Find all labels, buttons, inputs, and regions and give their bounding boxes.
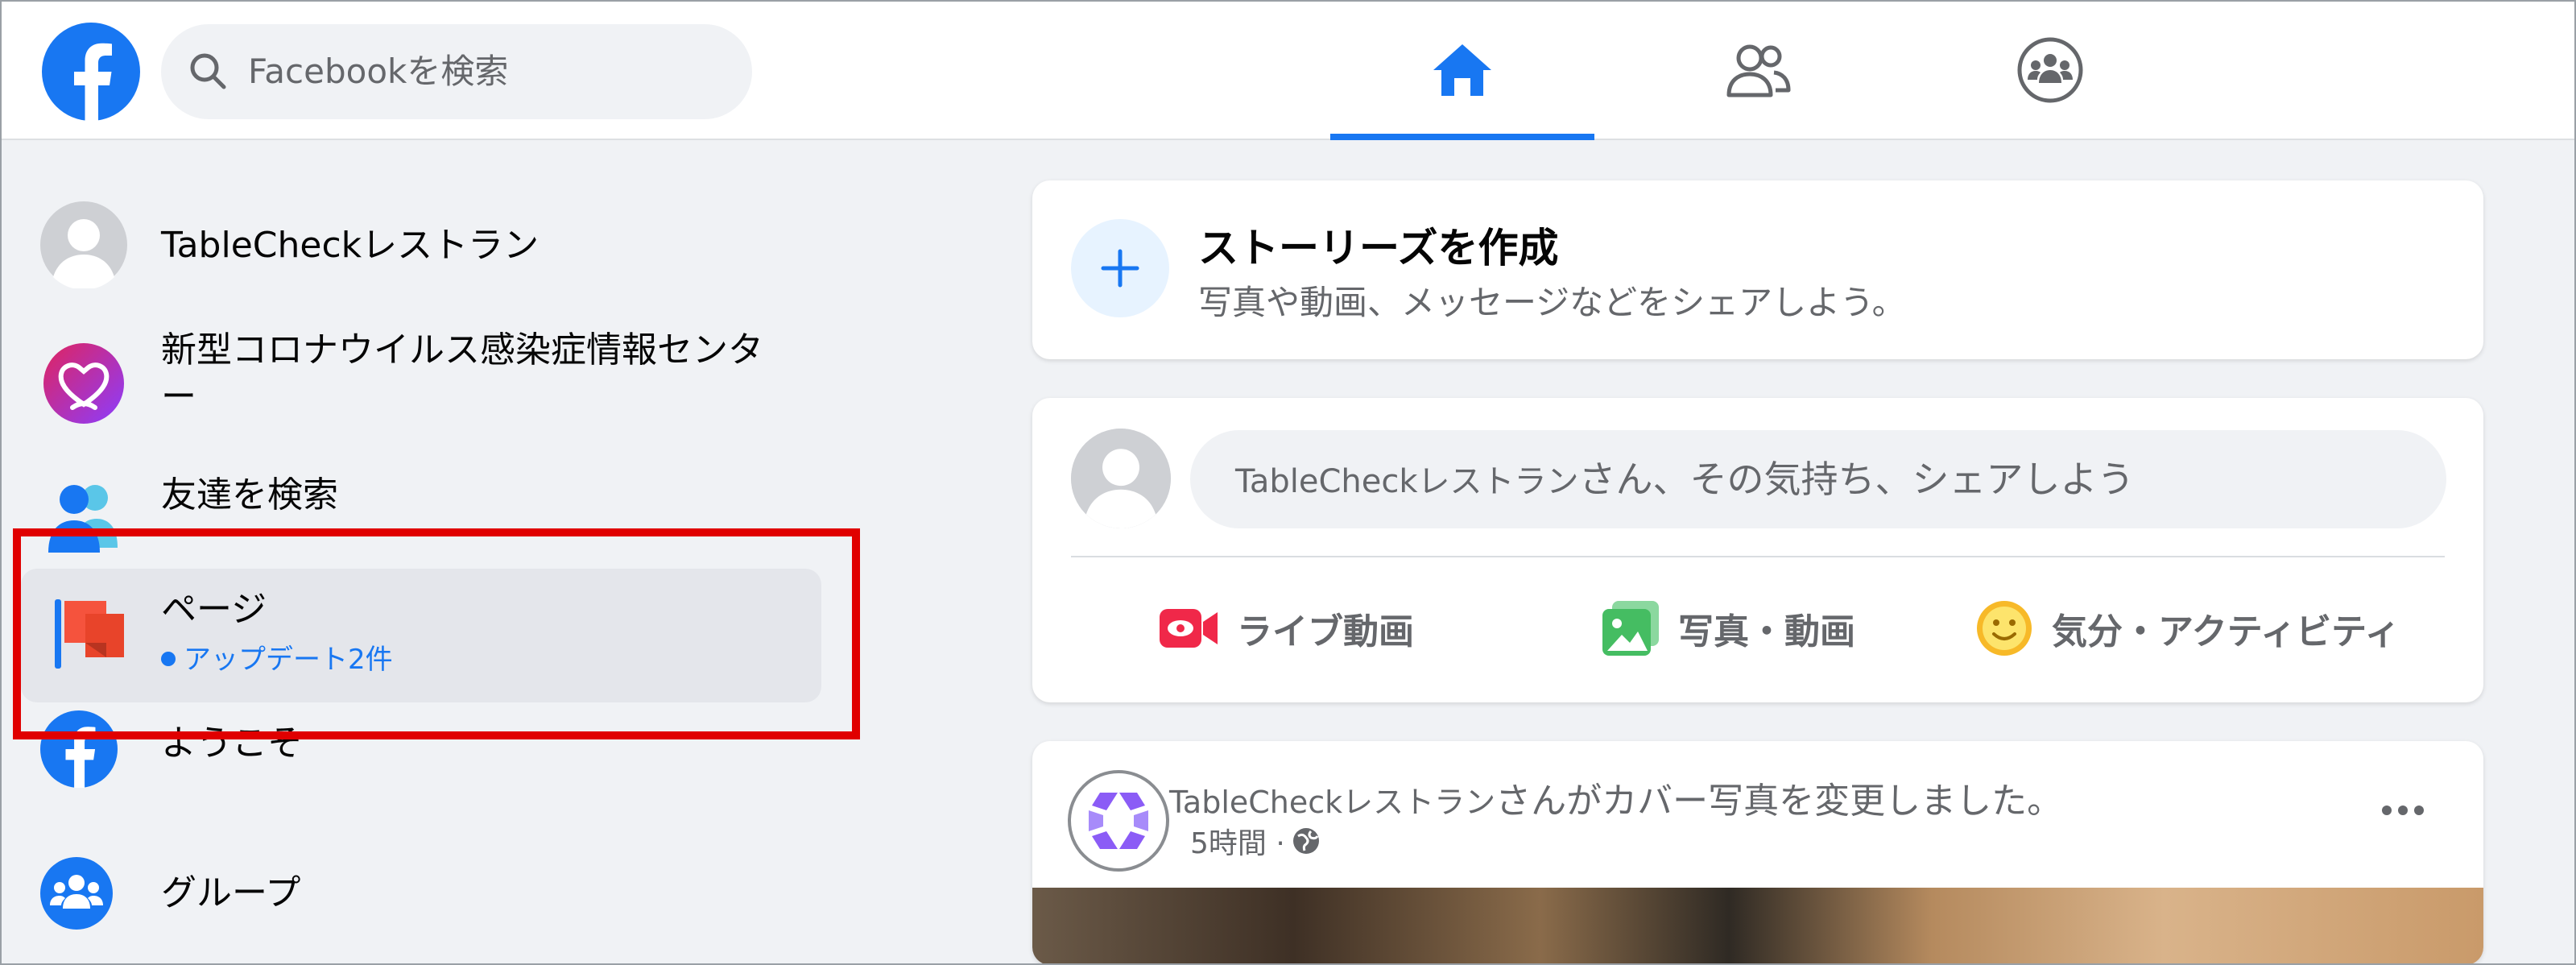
facebook-logo-icon[interactable] xyxy=(42,23,140,121)
profile-avatar-icon xyxy=(40,201,127,290)
composer-prompt: さん、その気持ち、シェアしよう xyxy=(1578,458,2135,501)
create-story-subtitle: 写真や動画、メッセージなどをシェアしよう。 xyxy=(1198,283,1906,322)
user-avatar-icon[interactable] xyxy=(1071,429,1171,528)
composer-placeholder: TableCheckレストランさん、その気持ち、シェアしよう xyxy=(1235,430,2134,528)
post-author[interactable]: TableCheckレストラン xyxy=(1169,785,1495,820)
sidebar-item-profile[interactable]: TableCheckレストラン xyxy=(21,182,821,308)
sidebar-item-label: 友達を検索 xyxy=(161,474,338,516)
groups-outline-icon xyxy=(2017,37,2083,103)
photo-icon xyxy=(1602,601,1659,656)
post-headline: TableCheckレストランさんがカバー写真を変更しました。 xyxy=(1169,772,2062,823)
divider xyxy=(1071,556,2445,557)
sidebar-item-groups[interactable]: グループ xyxy=(21,833,821,959)
feeling-activity-button[interactable]: 気分・アクティビティ xyxy=(1974,588,2400,669)
photo-video-button[interactable]: 写真・動画 xyxy=(1601,588,1855,669)
sidebar-item-label: TableCheckレストラン xyxy=(161,225,540,266)
live-video-button[interactable]: ライブ動画 xyxy=(1158,588,1414,669)
highlight-annotation-box xyxy=(13,528,860,739)
tab-friends[interactable] xyxy=(1627,0,1891,140)
sidebar-item-label: 新型コロナウイルス感染症情報センター xyxy=(161,329,763,417)
more-options-icon[interactable] xyxy=(2379,802,2427,818)
search-icon xyxy=(190,53,226,89)
search-bar[interactable]: Facebookを検索 xyxy=(161,24,752,119)
home-icon xyxy=(1433,44,1491,96)
covid-info-heart-icon xyxy=(40,340,127,427)
post-action-text: さんがカバー写真を変更しました。 xyxy=(1495,781,2063,822)
live-video-label: ライブ動画 xyxy=(1237,611,1414,652)
globe-icon xyxy=(1292,828,1319,854)
create-story-title: ストーリーズを作成 xyxy=(1198,225,1559,271)
post-composer-card: TableCheckレストランさん、その気持ち、シェアしよう ライブ動画 写真・… xyxy=(1032,398,2483,702)
feed-post-card: TableCheckレストランさんがカバー写真を変更しました。 5時間 · xyxy=(1032,741,2483,965)
page-avatar-icon[interactable] xyxy=(1068,770,1169,872)
top-navigation-bar: Facebookを検索 xyxy=(0,0,2576,140)
post-meta: 5時間 · xyxy=(1190,820,1322,862)
post-timestamp[interactable]: 5時間 · xyxy=(1190,820,1285,862)
tab-home[interactable] xyxy=(1330,0,1594,140)
tab-groups[interactable] xyxy=(1918,0,2182,140)
search-placeholder: Facebookを検索 xyxy=(248,52,509,91)
groups-icon xyxy=(40,857,127,944)
live-video-icon xyxy=(1160,609,1218,648)
sidebar-item-label: グループ xyxy=(161,872,301,913)
plus-icon[interactable] xyxy=(1071,219,1169,317)
feeling-activity-label: 気分・アクティビティ xyxy=(2052,611,2400,652)
cover-photo-image[interactable] xyxy=(1032,888,2483,965)
composer-user-name: TableCheckレストラン xyxy=(1235,463,1579,500)
friends-outline-icon xyxy=(1726,44,1791,97)
whats-on-your-mind-input[interactable]: TableCheckレストランさん、その気持ち、シェアしよう xyxy=(1190,430,2446,528)
feeling-icon xyxy=(1977,601,2032,656)
create-story-card[interactable]: ストーリーズを作成 写真や動画、メッセージなどをシェアしよう。 xyxy=(1032,180,2483,359)
photo-video-label: 写真・動画 xyxy=(1678,611,1855,652)
